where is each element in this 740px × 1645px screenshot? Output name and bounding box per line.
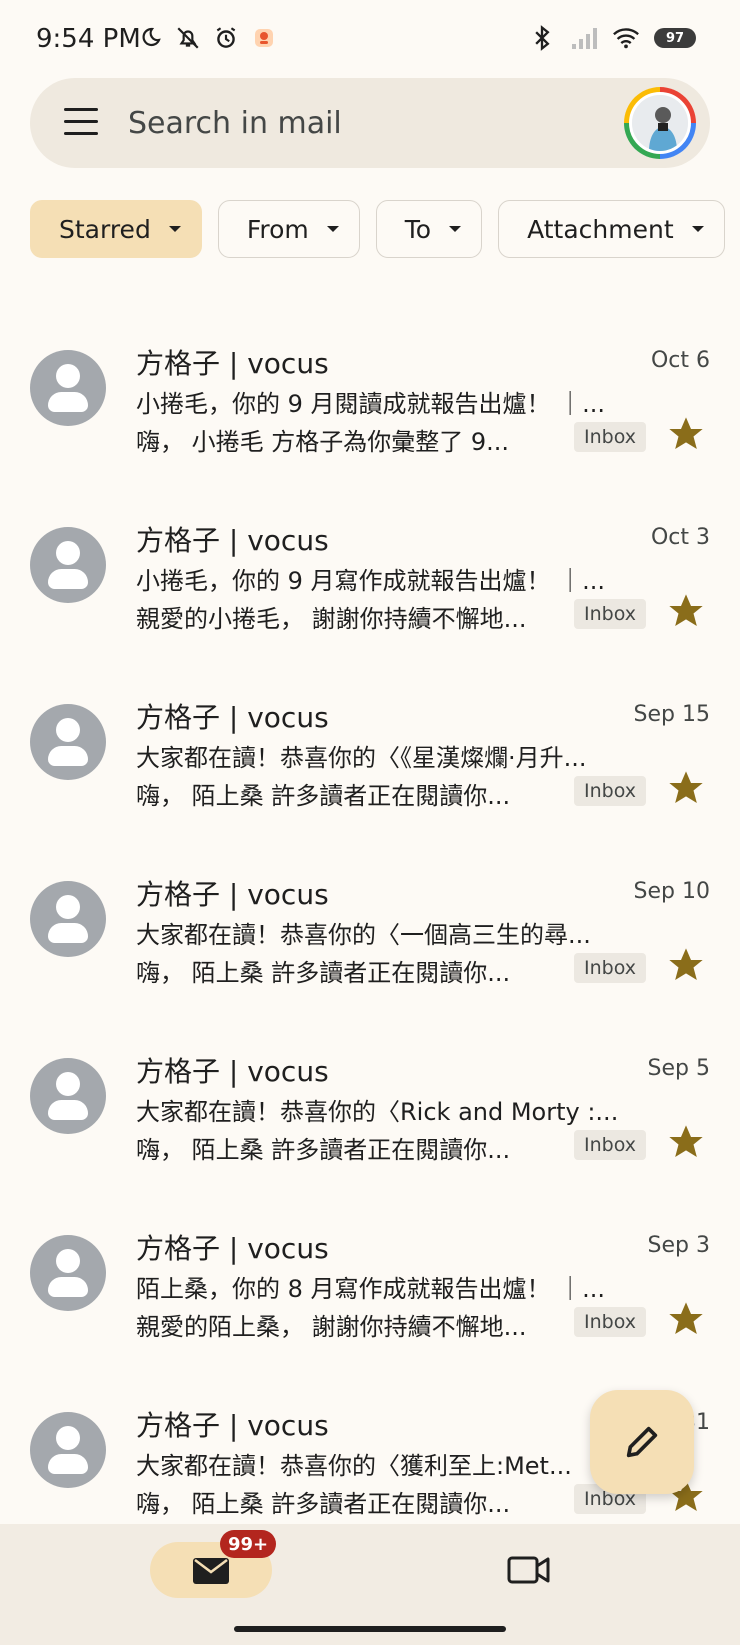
email-snippet: 親愛的小捲毛， 謝謝你持續不懈地... (136, 605, 527, 633)
battery-icon: 97 (654, 28, 696, 48)
chevron-down-icon (691, 226, 704, 232)
status-icons-right: 97 (528, 24, 696, 52)
pencil-icon (626, 1426, 658, 1458)
status-time: 9:54 PM (36, 24, 141, 54)
sender-avatar-icon[interactable] (30, 527, 106, 603)
sender-avatar-icon[interactable] (30, 704, 106, 780)
bluetooth-icon (528, 24, 556, 52)
email-date: Oct 6 (650, 348, 710, 373)
filter-chip-label: Starred (59, 214, 151, 244)
filter-chip-label: To (404, 214, 432, 244)
sender-avatar-icon[interactable] (30, 881, 106, 957)
email-sender: 方格子 | vocus (136, 524, 329, 557)
filter-chip-to[interactable]: To (375, 200, 483, 258)
wifi-icon (612, 24, 640, 52)
search-input[interactable] (128, 100, 568, 146)
signal-icon (570, 24, 598, 52)
inbox-label: Inbox (574, 1307, 646, 1337)
filter-chip-label: Attachment (527, 214, 674, 244)
search-bar[interactable] (30, 78, 710, 168)
star-icon[interactable] (666, 945, 706, 985)
sender-avatar-icon[interactable] (30, 1235, 106, 1311)
email-subject: 陌上桑，你的 8 月寫作成就報告出爐！ ｜... (136, 1275, 606, 1303)
email-row[interactable]: 方格子 | vocus Sep 15 大家都在讀！恭喜你的〈《星漢燦爛·月升..… (0, 684, 740, 861)
star-icon[interactable] (666, 768, 706, 808)
inbox-label: Inbox (574, 422, 646, 452)
alarm-icon (212, 24, 240, 52)
inbox-label: Inbox (574, 1130, 646, 1160)
email-snippet: 嗨， 陌上桑 許多讀者正在閱讀你... (136, 782, 511, 810)
chevron-down-icon (449, 226, 462, 232)
email-row[interactable]: 方格子 | vocus Oct 3 小捲毛，你的 9 月寫作成就報告出爐！ ｜.… (0, 507, 740, 684)
email-subject: 大家都在讀！恭喜你的〈一個高三生的尋... (136, 921, 591, 949)
filter-chip-attachment[interactable]: Attachment (498, 200, 725, 258)
sender-avatar-icon[interactable] (30, 1412, 106, 1488)
email-sender: 方格子 | vocus (136, 878, 329, 911)
email-list: 方格子 | vocus Oct 6 小捲毛，你的 9 月閱讀成就報告出爐！ ｜.… (0, 330, 740, 1569)
chevron-down-icon (326, 226, 339, 232)
menu-icon[interactable] (64, 108, 98, 138)
home-indicator[interactable] (234, 1626, 506, 1632)
email-date: Sep 15 (633, 702, 710, 727)
email-row[interactable]: 方格子 | vocus Sep 5 大家都在讀！恭喜你的〈Rick and Mo… (0, 1038, 740, 1215)
email-snippet: 嗨， 陌上桑 許多讀者正在閱讀你... (136, 1136, 511, 1164)
email-date: Sep 10 (633, 879, 710, 904)
star-icon[interactable] (666, 591, 706, 631)
email-date: Sep 3 (647, 1233, 710, 1258)
email-snippet: 嗨， 陌上桑 許多讀者正在閱讀你... (136, 1490, 511, 1518)
email-sender: 方格子 | vocus (136, 1055, 329, 1088)
email-sender: 方格子 | vocus (136, 1232, 329, 1265)
email-subject: 大家都在讀！恭喜你的〈Rick and Morty :... (136, 1098, 619, 1126)
email-subject: 大家都在讀！恭喜你的〈《星漢燦爛·月升... (136, 744, 587, 772)
email-row[interactable]: 方格子 | vocus Oct 6 小捲毛，你的 9 月閱讀成就報告出爐！ ｜.… (0, 330, 740, 507)
mail-icon (193, 1558, 229, 1584)
email-subject: 小捲毛，你的 9 月寫作成就報告出爐！ ｜... (136, 567, 606, 595)
inbox-label: Inbox (574, 953, 646, 983)
star-icon[interactable] (666, 1299, 706, 1339)
email-row[interactable]: 方格子 | vocus Sep 10 大家都在讀！恭喜你的〈一個高三生的尋...… (0, 861, 740, 1038)
email-subject: 小捲毛，你的 9 月閱讀成就報告出爐！ ｜... (136, 390, 606, 418)
sender-avatar-icon[interactable] (30, 350, 106, 426)
star-icon[interactable] (666, 414, 706, 454)
email-snippet: 嗨， 陌上桑 許多讀者正在閱讀你... (136, 959, 511, 987)
moon-icon (136, 24, 164, 52)
email-sender: 方格子 | vocus (136, 701, 329, 734)
filter-chips: Starred From To Attachment (30, 200, 725, 258)
account-avatar-image (629, 92, 691, 154)
unread-count-badge: 99+ (220, 1530, 277, 1558)
nav-meet-button[interactable] (504, 1548, 554, 1592)
email-sender: 方格子 | vocus (136, 347, 329, 380)
app-notification-icon (250, 24, 278, 52)
sender-avatar-icon[interactable] (30, 1058, 106, 1134)
star-icon[interactable] (666, 1122, 706, 1162)
filter-chip-label: From (246, 214, 309, 244)
email-sender: 方格子 | vocus (136, 1409, 329, 1442)
email-subject: 大家都在讀！恭喜你的〈獲利至上:Met... (136, 1452, 572, 1480)
email-date: Oct 3 (650, 525, 710, 550)
video-icon (507, 1556, 550, 1584)
status-icons-left (136, 24, 278, 52)
inbox-label: Inbox (574, 776, 646, 806)
account-avatar[interactable] (624, 87, 696, 159)
chevron-down-icon (168, 226, 181, 232)
bell-off-icon (174, 24, 202, 52)
inbox-label: Inbox (574, 599, 646, 629)
filter-chip-from[interactable]: From (217, 200, 360, 258)
email-snippet: 嗨， 小捲毛 方格子為你彙整了 9... (136, 428, 510, 456)
filter-chip-starred[interactable]: Starred (30, 200, 202, 258)
email-row[interactable]: 方格子 | vocus Sep 3 陌上桑，你的 8 月寫作成就報告出爐！ ｜.… (0, 1215, 740, 1392)
email-snippet: 親愛的陌上桑， 謝謝你持續不懈地... (136, 1313, 527, 1341)
status-bar: 9:54 PM 97 (0, 0, 740, 80)
email-date: Sep 5 (647, 1056, 710, 1081)
compose-button[interactable] (590, 1390, 694, 1494)
